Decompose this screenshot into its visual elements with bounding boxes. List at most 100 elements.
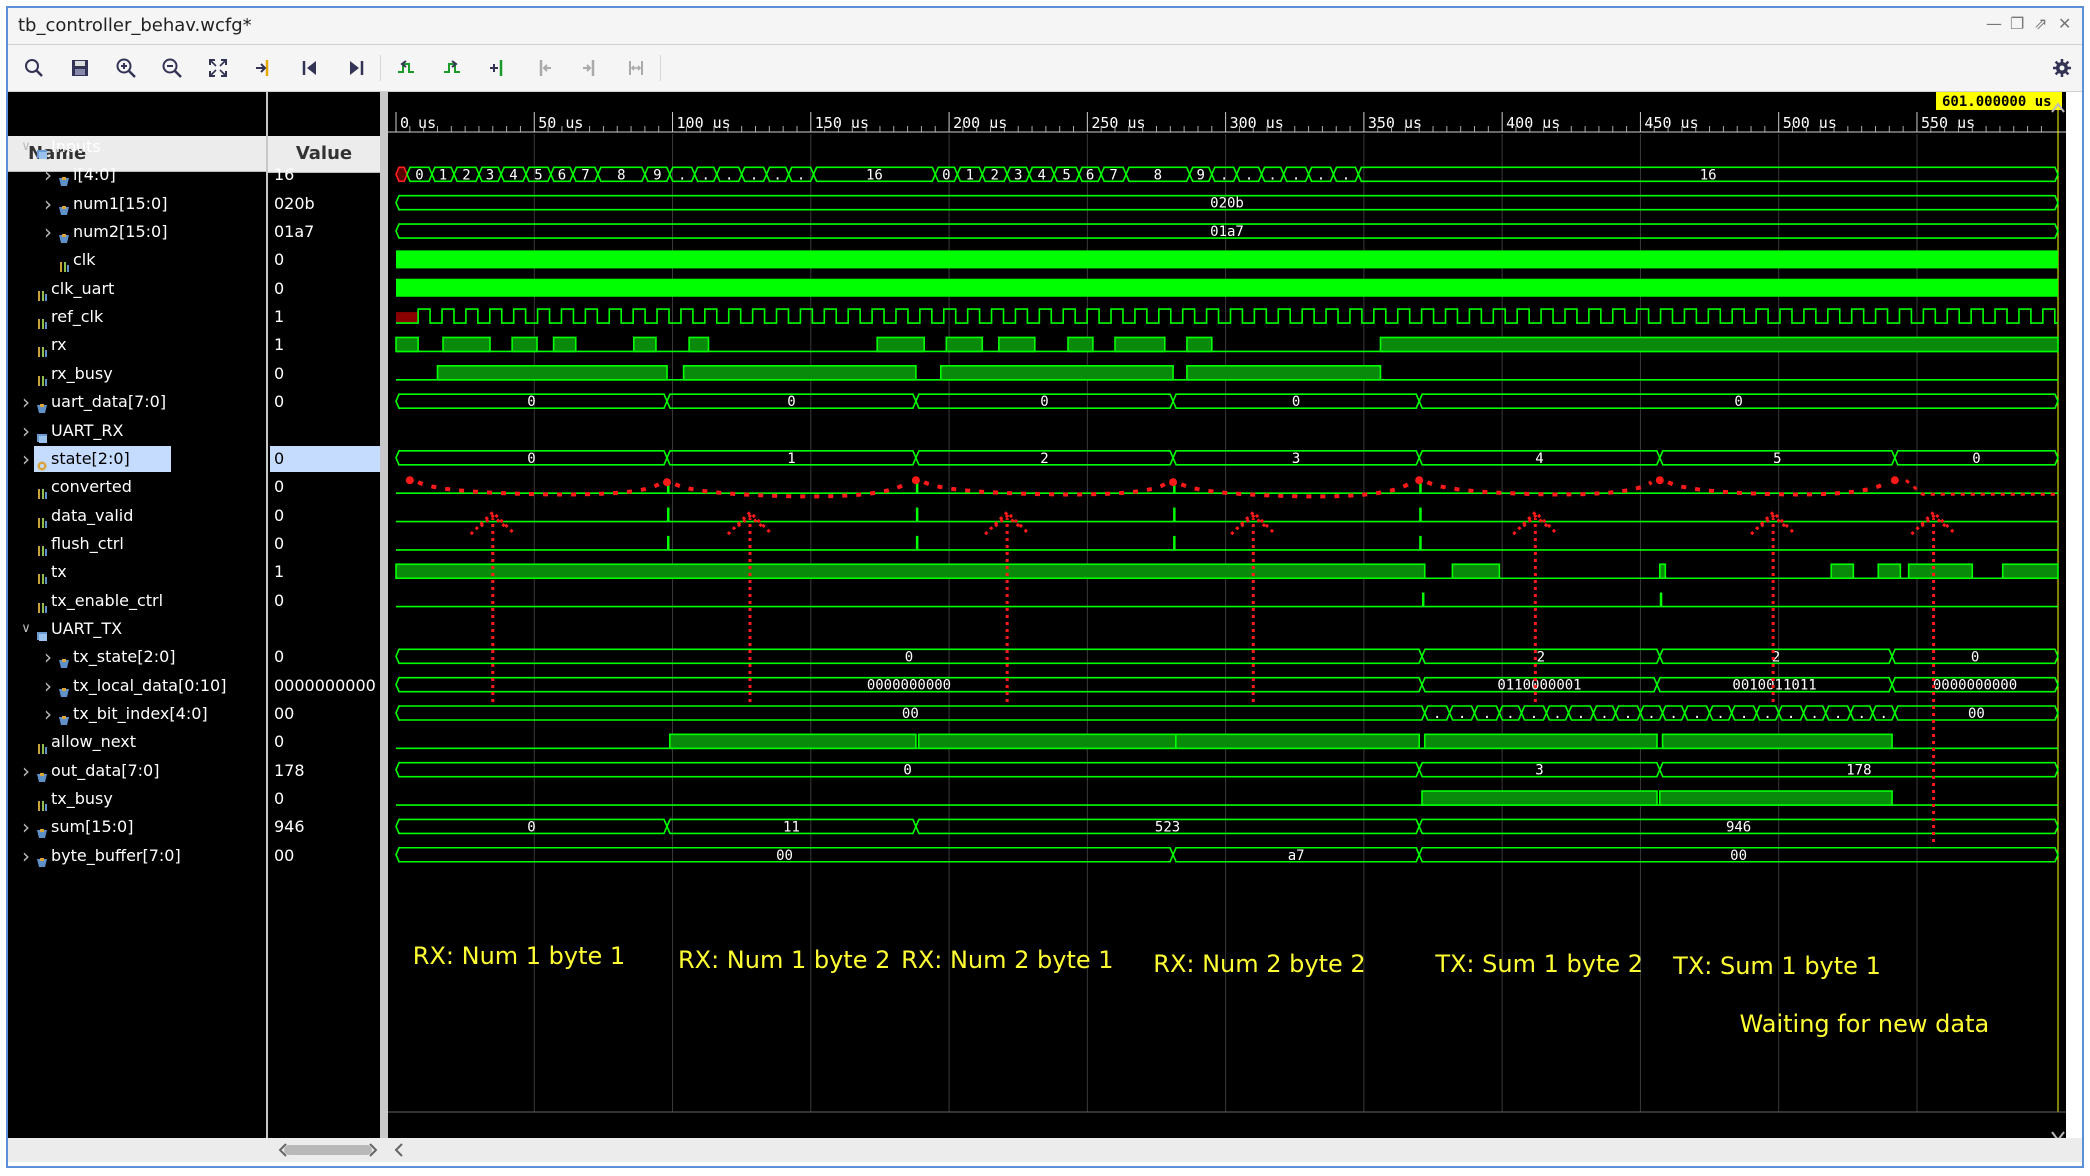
previous-marker-icon[interactable]: [530, 55, 558, 81]
time-tick-label: 0 us: [400, 114, 436, 132]
chevron-right-icon[interactable]: ›: [20, 757, 32, 785]
signal-pulse: [1419, 535, 1422, 550]
signal-high-pulse: [876, 336, 925, 353]
bus-value-label: 5: [534, 167, 542, 183]
signal-row[interactable]: clk: [8, 246, 266, 274]
signal-row[interactable]: › tx_local_data[0:10]: [8, 672, 266, 700]
bus-value-label: 7: [581, 167, 589, 183]
zoom-out-icon[interactable]: [158, 55, 186, 81]
chevron-right-icon[interactable]: ›: [42, 190, 54, 218]
signal-row[interactable]: › num2[15:0]: [8, 218, 266, 246]
chevron-down-icon[interactable]: ∨: [20, 615, 32, 643]
state-progress-dotted-curve: [417, 480, 1888, 499]
go-to-start-icon[interactable]: [296, 55, 324, 81]
wave-scroll-left-icon[interactable]: [394, 1143, 403, 1157]
annotation-label: TX: Sum 1 byte 1: [1673, 952, 1881, 980]
bus-value-label: 1: [787, 451, 795, 467]
bit-signal-icon: [36, 510, 48, 528]
bus-value-label: 7: [1109, 167, 1117, 183]
signal-row[interactable]: › tx_state[2:0]: [8, 643, 266, 671]
chevron-right-icon[interactable]: ›: [20, 417, 32, 445]
signal-name: allow_next: [51, 732, 137, 752]
signal-row[interactable]: › tx_bit_index[4:0]: [8, 700, 266, 728]
signal-row[interactable]: ∨ Inputs: [8, 133, 266, 161]
group-icon: [36, 623, 48, 641]
chevron-right-icon[interactable]: ›: [42, 672, 54, 700]
float-icon[interactable]: ⇗: [2034, 14, 2047, 33]
bus-value-label: 0: [1040, 394, 1048, 410]
swap-cursors-icon[interactable]: [622, 55, 650, 81]
bus-value-label: .: [1834, 706, 1842, 722]
signal-row[interactable]: › uart_data[7:0]: [8, 388, 266, 416]
go-to-end-icon[interactable]: [342, 55, 370, 81]
chevron-down-icon[interactable]: ∨: [20, 133, 32, 161]
chevron-right-icon[interactable]: ›: [20, 842, 32, 870]
bus-value-label: .: [750, 167, 758, 183]
signal-value: 020b: [274, 193, 315, 213]
bus-signal-icon: [36, 821, 48, 839]
signal-row[interactable]: › out_data[7:0]: [8, 757, 266, 785]
signal-row[interactable]: flush_ctrl: [8, 530, 266, 558]
signal-value: 0: [274, 250, 285, 270]
bit-signal-icon: [36, 566, 48, 585]
signal-value: 178: [274, 760, 305, 780]
search-icon[interactable]: [20, 55, 48, 81]
signal-pulse: [1173, 507, 1176, 522]
next-marker-icon[interactable]: [576, 55, 604, 81]
gear-icon[interactable]: [2048, 55, 2076, 81]
bus-value-label: .: [1880, 706, 1888, 722]
toolbar-separator: [660, 55, 661, 81]
signal-row[interactable]: ref_clk: [8, 303, 266, 331]
previous-transition-icon[interactable]: [392, 55, 420, 81]
signal-row[interactable]: › num1[15:0]: [8, 190, 266, 218]
signal-row[interactable]: › byte_buffer[7:0]: [8, 842, 266, 870]
panel-splitter[interactable]: [380, 92, 388, 1162]
signal-name: ref_clk: [51, 307, 104, 327]
bus-signal-icon: [58, 680, 70, 697]
signal-row[interactable]: ∨ UART_TX: [8, 615, 266, 643]
waveform-canvas[interactable]: 0 us 50 us 100 us 150 us 200 us 250 us 300 us 3…: [388, 92, 2066, 1162]
name-scrollbar-thumb[interactable]: [284, 1145, 372, 1155]
signal-row[interactable]: › sum[15:0]: [8, 813, 266, 841]
bus-value-label: 2: [990, 167, 998, 183]
zoom-fit-icon[interactable]: [204, 55, 232, 81]
zoom-in-icon[interactable]: [112, 55, 140, 81]
signal-pulse: [915, 507, 919, 522]
signal-row[interactable]: › UART_RX: [8, 417, 266, 445]
signal-row[interactable]: data_valid: [8, 502, 266, 530]
chevron-right-icon[interactable]: ›: [20, 445, 32, 473]
minimize-icon[interactable]: —: [1986, 14, 2002, 33]
chevron-right-icon[interactable]: ›: [42, 218, 54, 246]
chevron-right-icon[interactable]: ›: [20, 388, 32, 416]
signal-row[interactable]: tx_enable_ctrl: [8, 587, 266, 615]
waiting-dotted-line: [1904, 479, 2056, 496]
chevron-right-icon[interactable]: ›: [20, 813, 32, 841]
signal-row[interactable]: tx_busy: [8, 785, 266, 813]
chevron-right-icon[interactable]: ›: [42, 643, 54, 671]
signal-high-pulse: [1451, 563, 1501, 580]
add-marker-icon[interactable]: [484, 55, 512, 81]
group-icon: [36, 425, 48, 443]
close-icon[interactable]: ✕: [2058, 14, 2071, 33]
signal-row[interactable]: rx_busy: [8, 360, 266, 388]
restore-icon[interactable]: ❐: [2010, 14, 2024, 33]
waveform-panel[interactable]: 0 us 50 us 100 us 150 us 200 us 250 us 300 us 3…: [388, 92, 2066, 1162]
signal-row[interactable]: › i[4:0]: [8, 161, 266, 189]
chevron-right-icon[interactable]: ›: [42, 161, 54, 189]
signal-name: uart_data[7:0]: [51, 392, 167, 412]
signal-row[interactable]: › state[2:0]: [8, 445, 266, 473]
signal-row[interactable]: rx: [8, 331, 266, 359]
bus-value-label: .: [1433, 706, 1441, 722]
signal-value-panel: Value 16 020b 01a7 0 0 1 1 0 0 0 0 0 0 1 0 0 0000000000 0…: [268, 92, 380, 1162]
bus-value-label: 1: [439, 167, 447, 183]
signal-row[interactable]: converted: [8, 473, 266, 501]
next-transition-icon[interactable]: [438, 55, 466, 81]
save-icon[interactable]: [66, 55, 94, 81]
go-to-cursor-icon[interactable]: [250, 55, 278, 81]
chevron-right-icon[interactable]: ›: [42, 700, 54, 728]
signal-row[interactable]: tx: [8, 558, 266, 586]
signal-row[interactable]: clk_uart: [8, 275, 266, 303]
signal-row[interactable]: allow_next: [8, 728, 266, 756]
bus-value-label: 00: [902, 706, 919, 722]
bus-value-label: .: [1577, 706, 1585, 722]
